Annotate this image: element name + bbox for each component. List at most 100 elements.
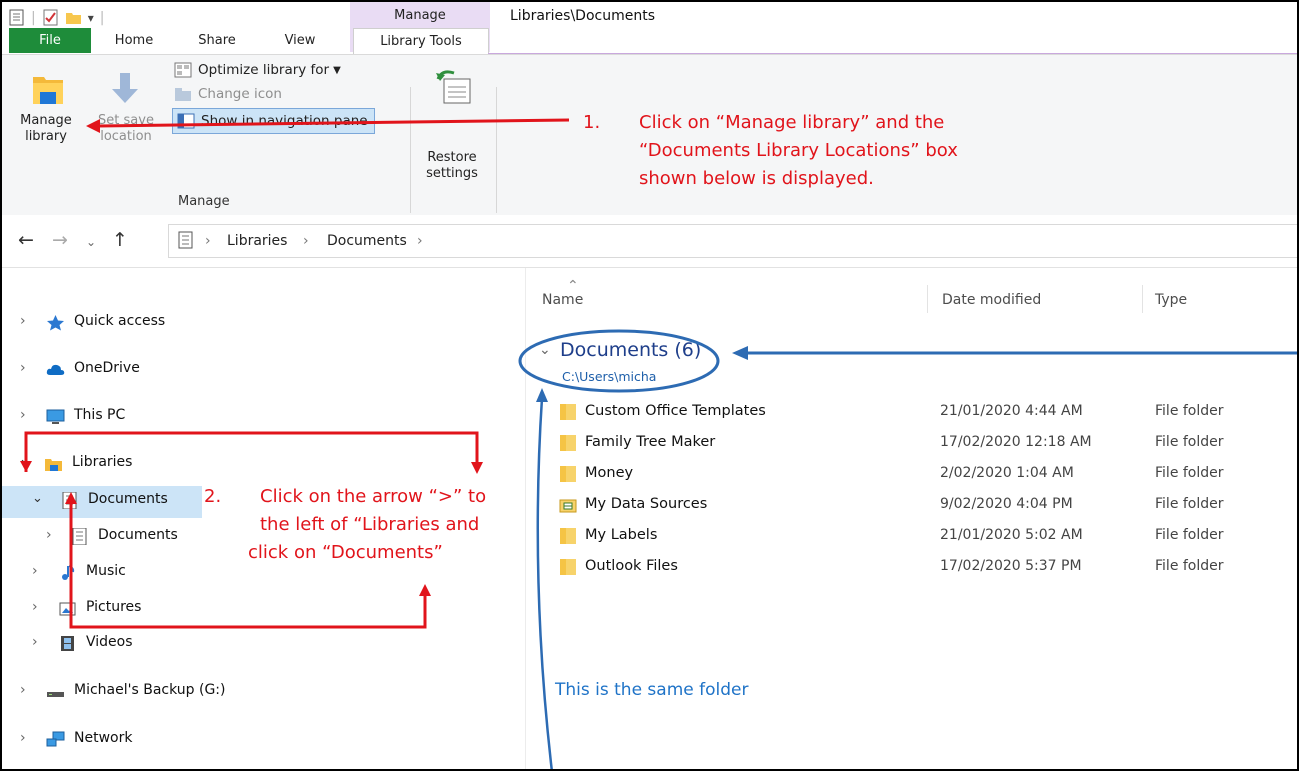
breadcrumb-chevron-icon[interactable]: › — [417, 233, 423, 249]
file-type: File folder — [1155, 403, 1224, 419]
file-name: Outlook Files — [585, 558, 678, 574]
file-row[interactable]: Money 2/02/2020 1:04 AM File folder — [557, 463, 1287, 487]
nav-label: Videos — [86, 634, 133, 650]
file-name: My Data Sources — [585, 496, 708, 512]
nav-item-this-pc[interactable]: › This PC — [2, 402, 517, 432]
expand-chevron-icon[interactable]: › — [20, 730, 26, 746]
nav-label: Music — [86, 563, 126, 579]
up-arrow-icon[interactable]: ↑ — [112, 229, 128, 251]
document-icon — [72, 528, 87, 545]
expand-chevron-icon[interactable]: › — [46, 527, 52, 543]
breadcrumb-documents[interactable]: Documents — [327, 233, 407, 249]
nav-item-onedrive[interactable]: › OneDrive — [2, 355, 517, 385]
expand-chevron-icon[interactable]: › — [20, 407, 26, 423]
folder-icon — [560, 528, 576, 544]
file-row[interactable]: Custom Office Templates 21/01/2020 4:44 … — [557, 401, 1287, 425]
new-folder-icon[interactable] — [65, 9, 82, 26]
forward-arrow-icon[interactable]: → — [52, 229, 68, 251]
tab-file[interactable]: File — [9, 28, 91, 53]
file-date: 9/02/2020 4:04 PM — [940, 496, 1073, 512]
library-doc-icon — [178, 231, 193, 249]
step1-line2: “Documents Library Locations” box — [639, 140, 958, 161]
nav-item-backup-drive[interactable]: › Michael's Backup (G:) — [2, 677, 517, 707]
manage-library-label-2: library — [25, 129, 67, 144]
collapse-chevron-icon[interactable]: ⌄ — [32, 491, 43, 506]
column-header-name[interactable]: Name — [542, 292, 583, 308]
nav-item-network[interactable]: › Network — [2, 725, 517, 755]
nav-item-videos[interactable]: › Videos — [2, 629, 517, 659]
optimize-library-button[interactable]: Optimize library for ▼ — [174, 59, 341, 81]
column-header-type[interactable]: Type — [1155, 292, 1187, 308]
group-title[interactable]: Documents (6) — [560, 339, 701, 361]
nav-item-pictures[interactable]: › Pictures — [2, 594, 517, 624]
libraries-icon — [45, 459, 62, 471]
step1-line3: shown below is displayed. — [639, 168, 874, 189]
step1-number: 1. — [583, 112, 601, 133]
expand-chevron-icon[interactable]: › — [20, 682, 26, 698]
file-date: 17/02/2020 5:37 PM — [940, 558, 1082, 574]
expand-chevron-icon[interactable]: › — [20, 313, 26, 329]
drive-icon — [47, 692, 64, 697]
library-doc-icon[interactable] — [8, 9, 25, 26]
file-row[interactable]: My Labels 21/01/2020 5:02 AM File folder — [557, 525, 1287, 549]
file-date: 21/01/2020 5:02 AM — [940, 527, 1083, 543]
step2-line2: the left of “Libraries and — [260, 514, 480, 535]
breadcrumb-libraries[interactable]: Libraries — [227, 233, 287, 249]
star-icon — [47, 315, 64, 331]
optimize-library-label: Optimize library for — [198, 62, 330, 78]
breadcrumb-chevron-icon[interactable]: › — [205, 233, 211, 249]
navigation-pane-icon — [177, 113, 195, 129]
address-box[interactable]: › Libraries › Documents › — [168, 224, 1297, 258]
restore-settings-button[interactable]: Restore settings — [416, 57, 488, 181]
expand-chevron-icon[interactable]: › — [32, 634, 38, 650]
explorer-window: | ▾ | Manage Libraries\Documents File Ho… — [0, 0, 1299, 771]
step2-number: 2. — [204, 486, 222, 507]
column-separator[interactable] — [927, 285, 928, 313]
group-collapse-chevron-icon[interactable]: ⌄ — [539, 342, 551, 358]
folder-icon — [560, 559, 576, 575]
change-icon-label: Change icon — [198, 86, 282, 102]
tab-view[interactable]: View — [275, 28, 325, 53]
breadcrumb-chevron-icon[interactable]: › — [303, 233, 309, 249]
tab-share[interactable]: Share — [192, 28, 242, 53]
file-row[interactable]: Family Tree Maker 17/02/2020 12:18 AM Fi… — [557, 432, 1287, 456]
tab-library-tools[interactable]: Library Tools — [353, 28, 489, 55]
collapse-chevron-icon[interactable]: ⌄ — [19, 452, 30, 467]
show-in-navigation-pane-button[interactable]: Show in navigation pane — [172, 108, 375, 134]
nav-item-quick-access[interactable]: › Quick access — [2, 308, 517, 338]
file-name: Money — [585, 465, 634, 481]
nav-label: Quick access — [74, 313, 166, 329]
expand-chevron-icon[interactable]: › — [20, 360, 26, 376]
change-icon-button[interactable]: Change icon — [174, 83, 282, 105]
nav-label: Pictures — [86, 599, 142, 615]
nav-item-documents-library[interactable]: ⌄ Documents — [2, 486, 202, 518]
properties-check-icon[interactable] — [42, 9, 59, 26]
manage-library-button[interactable]: Manage library — [16, 57, 76, 157]
qat-dropdown-icon[interactable]: ▾ — [88, 11, 94, 25]
set-save-location-button[interactable]: Set save location — [92, 57, 160, 157]
optimize-library-icon — [174, 62, 192, 78]
nav-item-libraries[interactable]: ⌄ Libraries — [2, 449, 517, 479]
ribbon-separator — [410, 87, 411, 213]
column-separator[interactable] — [1142, 285, 1143, 313]
nav-label: Libraries — [72, 454, 133, 470]
file-type: File folder — [1155, 434, 1224, 450]
nav-label: Michael's Backup (G:) — [74, 682, 226, 698]
back-arrow-icon[interactable]: ← — [18, 229, 34, 251]
quick-access-toolbar: | ▾ | — [8, 9, 104, 26]
file-row[interactable]: Outlook Files 17/02/2020 5:37 PM File fo… — [557, 556, 1287, 580]
file-date: 21/01/2020 4:44 AM — [940, 403, 1083, 419]
expand-chevron-icon[interactable]: › — [32, 563, 38, 579]
restore-settings-label-1: Restore — [427, 150, 477, 165]
ribbon-separator — [496, 87, 497, 213]
column-header-date[interactable]: Date modified — [942, 292, 1041, 308]
set-save-location-label-2: location — [100, 129, 152, 144]
monitor-icon — [46, 409, 65, 424]
file-type: File folder — [1155, 558, 1224, 574]
recent-locations-chevron-icon[interactable]: ⌄ — [86, 235, 96, 249]
document-icon — [62, 492, 77, 509]
file-row[interactable]: My Data Sources 9/02/2020 4:04 PM File f… — [557, 494, 1287, 518]
expand-chevron-icon[interactable]: › — [32, 599, 38, 615]
show-in-navigation-pane-label: Show in navigation pane — [201, 113, 368, 129]
tab-home[interactable]: Home — [109, 28, 159, 53]
